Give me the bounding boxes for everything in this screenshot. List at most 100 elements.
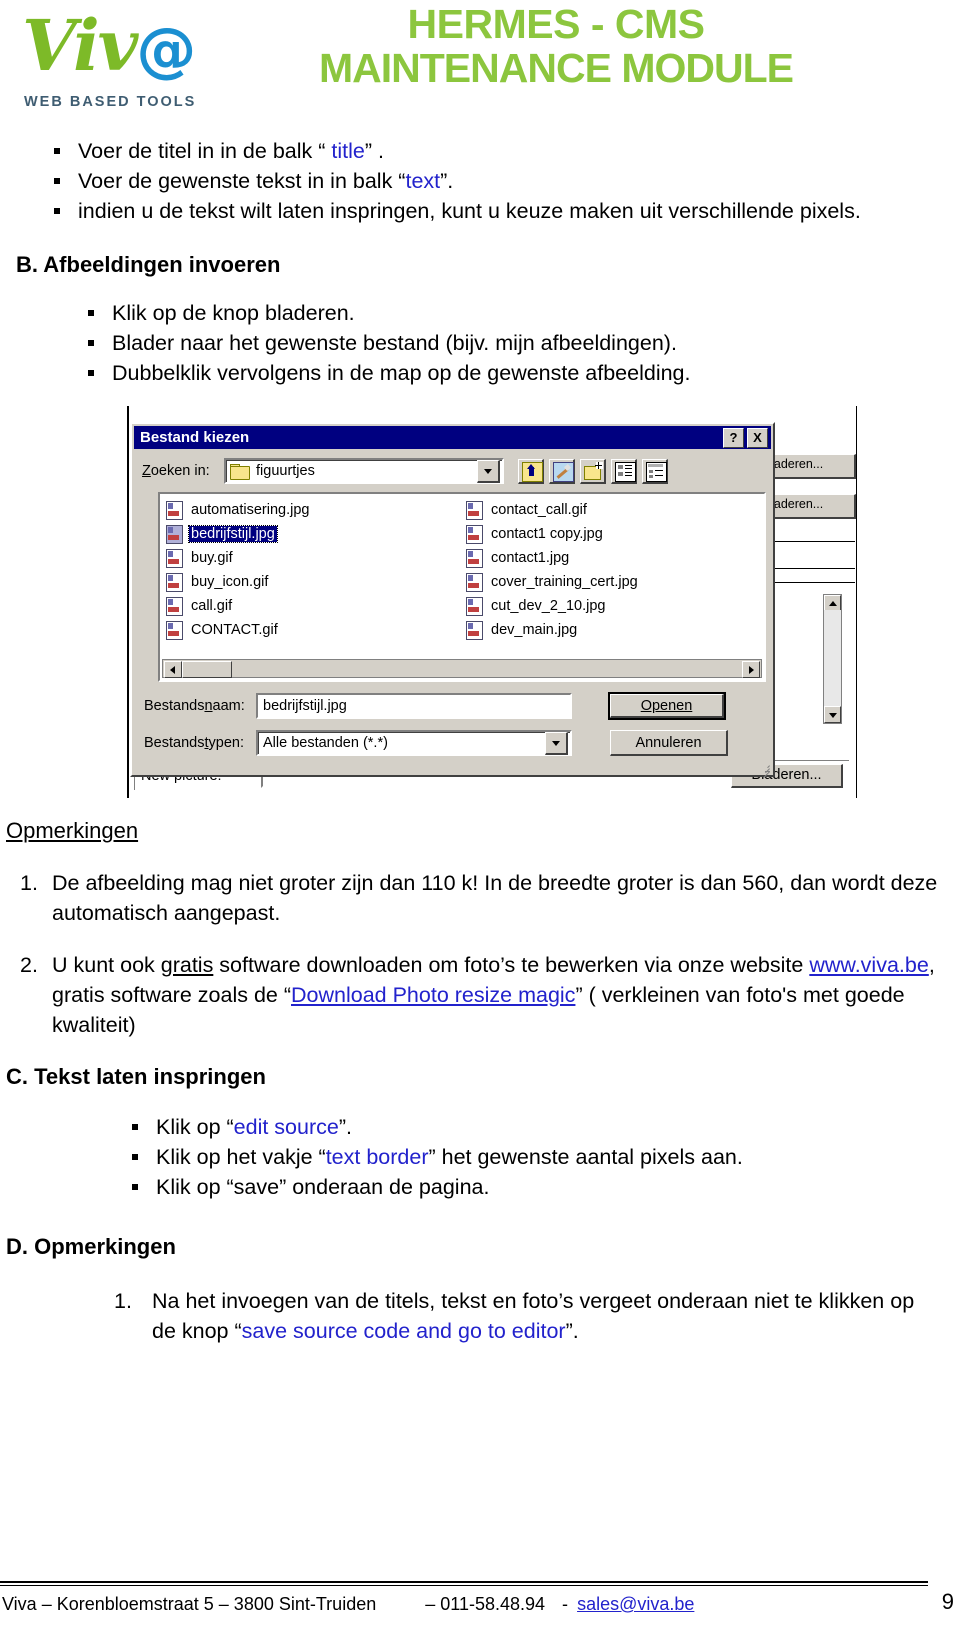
list-item-selected[interactable]: bedrijfstijl.jpg	[162, 522, 462, 546]
bestand-kiezen-dialog: Bestand kiezen ? X Zoeken in: figuurtjes	[130, 422, 775, 779]
bullet-text-post: ”.	[338, 1115, 352, 1139]
lookin-label-rest: oeken in:	[150, 463, 210, 479]
section-c: C. Tekst laten inspringen Klik op “edit …	[0, 1040, 960, 1202]
list-number: 1.	[20, 871, 38, 895]
list-item: 2. U kunt ook gratis software downloaden…	[20, 950, 944, 1040]
scrollbar-track[interactable]	[824, 610, 841, 708]
list-item: Klik op “edit source”.	[124, 1112, 960, 1142]
intro-section: Voer de titel in in de balk “ title” . V…	[0, 128, 960, 226]
cancel-button[interactable]: Annuleren	[610, 730, 728, 756]
filetype-combobox[interactable]: Alle bestanden (*.*)	[256, 730, 572, 756]
lookin-row: Zoeken in: figuurtjes	[142, 458, 767, 484]
list-item: indien u de tekst wilt laten inspringen,…	[46, 196, 960, 226]
list-view-icon[interactable]	[611, 458, 637, 484]
file-icon	[166, 500, 183, 520]
scrollbar-thumb[interactable]	[182, 661, 232, 678]
file-icon	[466, 500, 483, 520]
list-item[interactable]: buy.gif	[162, 546, 462, 570]
footer-separator: -	[562, 1594, 569, 1614]
title-line-1: HERMES - CMS	[407, 1, 705, 47]
list-item: Blader naar het gewenste bestand (bijv. …	[80, 328, 960, 358]
list-text-post: ”.	[565, 1319, 579, 1343]
lookin-combobox[interactable]: figuurtjes	[224, 458, 504, 484]
bullet-text-pre: Klik op “save” onderaan de pagina.	[156, 1175, 490, 1199]
page-header: Viv@ WEB BASED TOOLS HERMES - CMS MAINTE…	[0, 0, 960, 128]
up-one-level-icon[interactable]	[518, 458, 544, 484]
file-name: buy.gif	[191, 550, 233, 566]
bullet-text-pre: indien u de tekst wilt laten inspringen,…	[78, 199, 861, 223]
list-item[interactable]: buy_icon.gif	[162, 570, 462, 594]
help-icon[interactable]: ?	[723, 427, 744, 448]
list-item[interactable]: cover_training_cert.jpg	[462, 570, 762, 594]
viva-logo: Viv@ WEB BASED TOOLS	[14, 4, 239, 124]
section-c-bullet-list: Klik op “edit source”. Klik op het vakje…	[124, 1112, 960, 1202]
list-item: Klik op het vakje “text border” het gewe…	[124, 1142, 960, 1172]
bullet-text-pre: Voer de gewenste tekst in in balk “	[78, 169, 406, 193]
list-item: Voer de titel in in de balk “ title” .	[46, 136, 960, 166]
bullet-highlight: text	[405, 169, 441, 193]
list-item[interactable]: cut_dev_2_10.jpg	[462, 594, 762, 618]
list-item[interactable]: call.gif	[162, 594, 462, 618]
folder-icon	[230, 464, 250, 480]
list-item[interactable]: dev_main.jpg	[462, 618, 762, 642]
list-item: Klik op de knop bladeren.	[80, 298, 960, 328]
file-list[interactable]: automatisering.jpg bedrijfstijl.jpg buy.…	[158, 492, 766, 682]
viva-website-link[interactable]: www.viva.be	[809, 953, 929, 977]
file-icon	[466, 572, 483, 592]
details-view-icon[interactable]	[642, 458, 668, 484]
file-name: call.gif	[191, 598, 233, 614]
section-d-list: 1. Na het invoegen van de titels, tekst …	[6, 1286, 960, 1346]
footer-phone: – 011-58.48.94	[425, 1594, 546, 1614]
open-button-label: Openen	[640, 697, 693, 714]
resize-grip-icon[interactable]	[757, 759, 771, 779]
opmerkingen-list: 1. De afbeelding mag niet groter zijn da…	[6, 868, 960, 1040]
list-item: Dubbelklik vervolgens in de map op de ge…	[80, 358, 960, 388]
list-item[interactable]: contact_call.gif	[462, 498, 762, 522]
scroll-left-arrow[interactable]	[164, 661, 182, 678]
chevron-down-icon[interactable]	[477, 459, 500, 483]
file-list-horizontal-scrollbar[interactable]	[162, 659, 762, 678]
file-icon	[166, 524, 183, 544]
file-icon	[166, 596, 183, 616]
file-name: CONTACT.gif	[191, 622, 278, 638]
list-item[interactable]: automatisering.jpg	[162, 498, 462, 522]
opmerkingen-section: Opmerkingen 1. De afbeelding mag niet gr…	[0, 798, 960, 1040]
bullet-highlight: edit source	[233, 1115, 339, 1139]
list-item: 1. De afbeelding mag niet groter zijn da…	[20, 868, 944, 928]
photo-resize-magic-link[interactable]: Download Photo resize magic	[291, 983, 575, 1007]
file-name: automatisering.jpg	[191, 502, 310, 518]
list-item[interactable]: contact1 copy.jpg	[462, 522, 762, 546]
close-icon[interactable]: X	[747, 427, 768, 448]
logo-wordmark: Viv@	[14, 4, 239, 92]
gratis-underlined: gratis	[160, 953, 214, 977]
list-item[interactable]: contact1.jpg	[462, 546, 762, 570]
file-icon	[466, 620, 483, 640]
file-icon	[466, 596, 483, 616]
file-name: cut_dev_2_10.jpg	[491, 598, 606, 614]
filename-value: bedrijfstijl.jpg	[263, 698, 347, 714]
favorites-icon[interactable]	[549, 458, 575, 484]
list-item[interactable]: CONTACT.gif	[162, 618, 462, 642]
scroll-right-arrow[interactable]	[742, 661, 760, 678]
footer-email-link[interactable]: sales@viva.be	[573, 1594, 694, 1614]
section-d-heading: D. Opmerkingen	[6, 1234, 176, 1259]
file-icon	[166, 572, 183, 592]
file-list-column-2: contact_call.gif contact1 copy.jpg conta…	[462, 498, 762, 642]
dialog-titlebar[interactable]: Bestand kiezen ? X	[134, 426, 771, 449]
section-b-bullet-list: Klik op de knop bladeren. Blader naar he…	[80, 298, 960, 388]
file-name: bedrijfstijl.jpg	[188, 525, 278, 543]
form-scrollbar[interactable]	[823, 594, 842, 724]
list-text-a: U kunt ook	[52, 953, 161, 977]
open-button[interactable]: Openen	[608, 692, 726, 720]
new-folder-icon[interactable]	[580, 458, 606, 484]
file-icon	[466, 548, 483, 568]
bullet-text-post: ” het gewenste aantal pixels aan.	[428, 1145, 743, 1169]
filename-input[interactable]: bedrijfstijl.jpg	[256, 693, 572, 719]
file-icon	[166, 620, 183, 640]
scroll-down-arrow[interactable]	[824, 706, 841, 723]
list-item: 1. Na het invoegen van de titels, tekst …	[114, 1286, 938, 1346]
section-b-heading: B. Afbeeldingen invoeren	[16, 252, 281, 277]
bullet-text-post: ” .	[364, 139, 384, 163]
list-text-b: software downloaden om foto’s te bewerke…	[213, 953, 810, 977]
chevron-down-icon[interactable]	[545, 731, 568, 755]
